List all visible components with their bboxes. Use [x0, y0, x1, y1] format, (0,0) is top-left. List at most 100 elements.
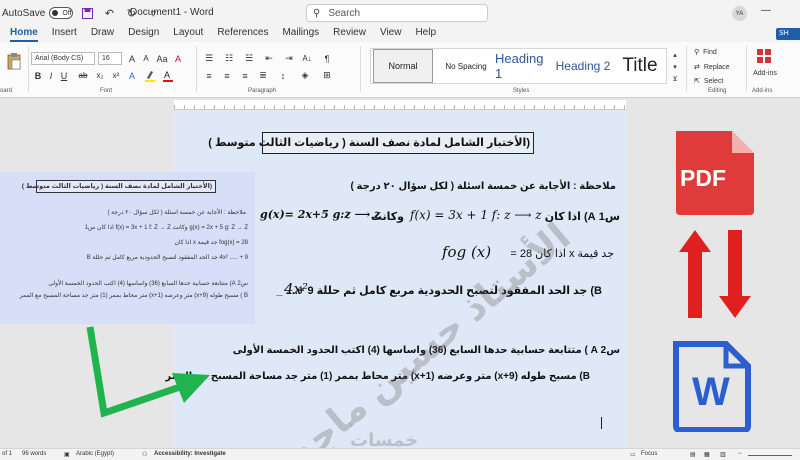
change-case-icon[interactable]: Aa: [156, 52, 168, 65]
align-right-icon[interactable]: ≡: [238, 69, 252, 82]
tab-draw[interactable]: Draw: [91, 26, 114, 42]
group-font-label: Font: [100, 88, 113, 94]
show-marks-icon[interactable]: ¶: [320, 52, 334, 65]
font-color-icon[interactable]: A: [162, 69, 174, 82]
thumb-line-3: fog(x) = 28 جد قيمة x اذا كان: [174, 240, 248, 246]
font-name-combo[interactable]: Arial (Body CS): [31, 52, 95, 65]
thumb-line-1: ملاحظة : الأجابة عن خمسة اسئلة ( لكل سؤا…: [107, 210, 246, 216]
focus-icon[interactable]: ▭: [630, 451, 636, 458]
styles-scroll-down-icon[interactable]: ▾: [670, 62, 680, 72]
sort-icon[interactable]: A↓: [300, 52, 314, 65]
tab-design[interactable]: Design: [128, 26, 159, 42]
autosave-label: AutoSave: [2, 7, 46, 19]
language[interactable]: Arabic (Egypt): [76, 451, 114, 457]
accessibility-icon[interactable]: ⚇: [142, 451, 147, 458]
numbering-icon[interactable]: ☷: [222, 52, 236, 65]
focus-label[interactable]: Focus: [641, 451, 657, 457]
word-count[interactable]: 96 words: [22, 451, 46, 457]
clear-format-icon[interactable]: A: [172, 52, 184, 65]
styles-gallery: Normal No Spacing Heading 1 Heading 2 Ti…: [370, 48, 667, 84]
group-editing-label: Editing: [708, 88, 727, 94]
save-icon[interactable]: [79, 5, 95, 21]
share-button[interactable]: SH: [776, 28, 800, 40]
find-button[interactable]: ⚲ Find: [694, 46, 738, 58]
tab-layout[interactable]: Layout: [173, 26, 203, 42]
proofing-icon[interactable]: ▣: [64, 451, 70, 458]
green-arrow-icon: [86, 326, 210, 418]
zoom-out-icon[interactable]: −: [738, 451, 742, 457]
exam-title: (الأختبار الشامل لمادة نصف السنة ( رياضي…: [208, 137, 530, 149]
decrease-indent-icon[interactable]: ⇤: [262, 52, 276, 65]
underline-icon[interactable]: U: [59, 69, 69, 82]
paste-icon[interactable]: [6, 50, 22, 72]
accessibility-status[interactable]: Accessibility: Investigate: [154, 451, 226, 457]
group-addins-label: Add-ins: [752, 88, 773, 94]
search-placeholder: Search: [328, 7, 361, 19]
styles-scroll-up-icon[interactable]: ▴: [670, 50, 680, 60]
ruler[interactable]: [174, 100, 626, 110]
group-clipboard-label: oard: [0, 88, 13, 94]
read-mode-icon[interactable]: ▤: [690, 451, 696, 458]
superscript-icon[interactable]: x²: [110, 69, 122, 82]
increase-indent-icon[interactable]: ⇥: [282, 52, 296, 65]
style-title[interactable]: Title: [615, 49, 665, 83]
text-effects-icon[interactable]: A: [126, 69, 138, 82]
addins-icon[interactable]: [756, 48, 772, 64]
styles-more-icon[interactable]: ⊻: [670, 74, 680, 84]
thumb-title: (الأختبار الشامل لمادة نصف السنة ( رياضي…: [21, 183, 212, 190]
tab-home[interactable]: Home: [10, 26, 38, 42]
tab-mailings[interactable]: Mailings: [282, 26, 319, 42]
search-box[interactable]: ⚲ Search: [306, 4, 488, 22]
page-count[interactable]: of 1: [2, 451, 12, 457]
thumb-line-5: س2 A) متتابعة حسابية حدها السابع (36) وا…: [48, 281, 248, 287]
print-layout-icon[interactable]: ▦: [704, 451, 710, 458]
note-line: ملاحظة : الأجابة عن خمسة اسئلة ( لكل سؤا…: [350, 181, 616, 192]
undo-icon[interactable]: ↶: [101, 5, 117, 21]
document-title: Document1 - Word: [130, 7, 214, 18]
pdf-file-icon: PDF: [668, 127, 760, 217]
autosave-toggle[interactable]: Off: [49, 7, 74, 19]
borders-icon[interactable]: ⊞: [320, 69, 334, 82]
subscript-icon[interactable]: x₂: [94, 69, 106, 82]
style-heading-2[interactable]: Heading 2: [553, 49, 613, 83]
user-avatar[interactable]: YA: [732, 6, 747, 21]
tab-references[interactable]: References: [217, 26, 268, 42]
exam-thumbnail: (الأختبار الشامل لمادة نصف السنة ( رياضي…: [0, 172, 255, 324]
group-paragraph-label: Paragraph: [248, 88, 277, 94]
multilevel-list-icon[interactable]: ☱: [242, 52, 256, 65]
minimize-icon[interactable]: —: [760, 5, 772, 19]
style-no-spacing[interactable]: No Spacing: [437, 49, 495, 83]
bullets-icon[interactable]: ☰: [202, 52, 216, 65]
title-bar: AutoSave Off ↶ ↻ ▿ Document1 - Word ⚲ Se…: [0, 0, 800, 26]
tab-insert[interactable]: Insert: [52, 26, 77, 42]
style-heading-1[interactable]: Heading 1: [495, 49, 553, 83]
grow-font-icon[interactable]: A: [126, 52, 138, 65]
select-button[interactable]: ⇱ Select: [694, 75, 738, 87]
highlight-icon[interactable]: [144, 69, 156, 82]
align-center-icon[interactable]: ≡: [220, 69, 234, 82]
style-normal[interactable]: Normal: [373, 49, 433, 83]
font-size-combo[interactable]: 16: [98, 52, 122, 65]
ribbon: oard Arial (Body CS) 16 A A Aa A B I U a…: [0, 42, 800, 98]
strikethrough-icon[interactable]: ab: [76, 69, 90, 82]
svg-text:A: A: [164, 70, 170, 80]
zoom-slider[interactable]: [748, 455, 792, 456]
replace-button[interactable]: ⇄ Replace: [694, 61, 738, 73]
web-layout-icon[interactable]: ▥: [720, 451, 726, 458]
align-left-icon[interactable]: ≡: [202, 69, 216, 82]
italic-icon[interactable]: I: [46, 69, 56, 82]
tab-view[interactable]: View: [380, 26, 402, 42]
select-label: Select: [703, 77, 724, 85]
justify-icon[interactable]: ≣: [256, 69, 270, 82]
tab-help[interactable]: Help: [415, 26, 436, 42]
select-icon: ⇱: [694, 78, 700, 85]
group-styles-label: Styles: [513, 88, 530, 94]
thumb-line-4: 4x² ..... + 9 جد الحد المفقود لتصبح الحد…: [86, 255, 248, 261]
bold-icon[interactable]: B: [33, 69, 43, 82]
line-spacing-icon[interactable]: ↕: [276, 69, 290, 82]
shrink-font-icon[interactable]: A: [140, 52, 152, 65]
shading-icon[interactable]: ◈: [298, 69, 312, 82]
tab-review[interactable]: Review: [333, 26, 366, 42]
status-bar: of 1 96 words ▣ Arabic (Egypt) ⚇ Accessi…: [0, 448, 800, 460]
addins-label[interactable]: Add-ins: [750, 68, 780, 78]
